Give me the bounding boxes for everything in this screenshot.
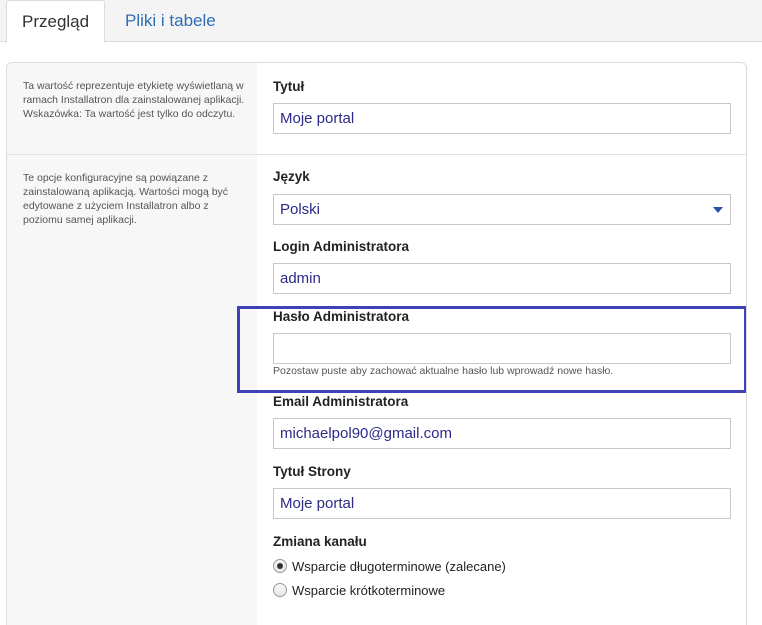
channel-option-label: Wsparcie długoterminowe (zalecane)	[292, 558, 506, 574]
admin-email-input[interactable]	[273, 418, 731, 449]
tab-overview[interactable]: Przegląd	[6, 0, 105, 43]
title-section-description: Ta wartość reprezentuje etykietę wyświet…	[23, 80, 245, 120]
section-divider	[7, 154, 746, 155]
channel-option-label: Wsparcie krótkoterminowe	[292, 582, 446, 598]
channel-option-lts[interactable]: Wsparcie długoterminowe (zalecane)	[273, 557, 506, 575]
description-column	[7, 63, 257, 625]
site-title-label: Tytuł Strony	[273, 464, 351, 479]
admin-login-label: Login Administratora	[273, 239, 410, 254]
channel-option-short-term[interactable]: Wsparcie krótkoterminowe	[273, 581, 445, 599]
admin-password-label: Hasło Administratora	[273, 309, 410, 324]
settings-panel: Ta wartość reprezentuje etykietę wyświet…	[6, 62, 747, 625]
admin-email-label: Email Administratora	[273, 394, 409, 409]
radio-unchecked-icon[interactable]	[273, 583, 287, 597]
language-select-value: Polski	[280, 201, 321, 218]
site-title-input[interactable]	[273, 488, 731, 519]
config-section-description: Te opcje konfiguracyjne są powiązane z z…	[23, 172, 229, 226]
admin-login-input[interactable]	[273, 263, 731, 294]
channel-label: Zmiana kanału	[273, 534, 367, 549]
title-input[interactable]	[273, 103, 731, 134]
tab-files-and-tables[interactable]: Pliki i tabele	[110, 0, 231, 43]
language-label: Język	[273, 169, 310, 184]
admin-password-hint: Pozostaw puste aby zachować aktualne has…	[273, 365, 614, 377]
radio-checked-icon[interactable]	[273, 559, 287, 573]
language-select[interactable]: Polski	[273, 194, 731, 225]
chevron-down-icon	[713, 207, 723, 213]
tab-bar: Przegląd Pliki i tabele	[0, 0, 762, 43]
title-label: Tytuł	[273, 79, 305, 94]
admin-password-input[interactable]	[273, 333, 731, 364]
